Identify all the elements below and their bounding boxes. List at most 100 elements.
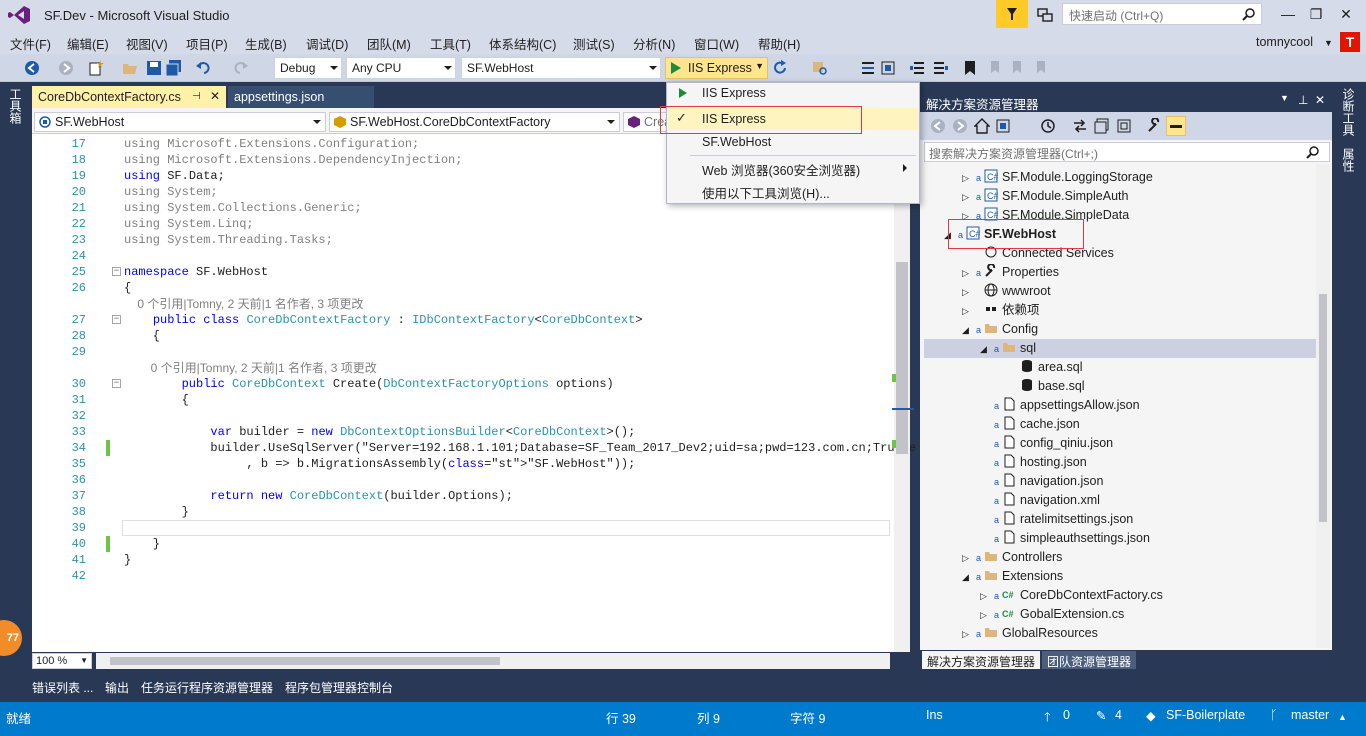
code-line[interactable]: 42 — [32, 568, 894, 584]
step-icon[interactable] — [860, 60, 876, 76]
clear-bookmarks-icon[interactable] — [1034, 60, 1050, 76]
code-line[interactable]: 24 — [32, 248, 894, 264]
new-project-icon[interactable] — [88, 60, 104, 76]
menu-analyze[interactable]: 分析(N) — [633, 34, 675, 53]
code-line[interactable]: 25 − namespace SF.WebHost — [32, 264, 894, 280]
zoom-select[interactable]: 100 % ▼ — [32, 653, 92, 669]
tree-item[interactable]: ▷ a C# SF.Module.SimpleAuth — [962, 187, 1128, 206]
indent-icon[interactable] — [932, 60, 948, 76]
back-icon[interactable] — [24, 60, 40, 76]
collapsed-arrow-icon[interactable]: ▷ — [962, 264, 976, 283]
tree-item[interactable]: ▷ a C# SF.Module.LoggingStorage — [962, 168, 1153, 187]
close-tab-icon[interactable]: ✕ — [210, 89, 220, 103]
tree-item[interactable]: ◢ a Extensions — [962, 567, 1063, 586]
close-icon[interactable]: ✕ — [1336, 4, 1356, 24]
code-line[interactable]: 36 — [32, 472, 894, 488]
tab-error-list[interactable]: 错误列表 ... — [32, 679, 93, 696]
tab-package-manager-console[interactable]: 程序包管理器控制台 — [285, 679, 393, 696]
editor-hscroll-thumb[interactable] — [110, 657, 500, 665]
collapse-icon[interactable]: − — [112, 379, 121, 388]
tree-item[interactable]: area.sql — [998, 358, 1082, 377]
collapsed-arrow-icon[interactable]: ▷ — [962, 549, 976, 568]
find-in-files-icon[interactable] — [812, 60, 828, 76]
outdent-icon[interactable] — [910, 60, 926, 76]
back-icon[interactable] — [930, 118, 946, 134]
collapsed-arrow-icon[interactable]: ▷ — [962, 302, 976, 321]
toolbox-tab[interactable]: 工具箱 — [8, 88, 24, 124]
code-line[interactable]: 38 } — [32, 504, 894, 520]
editor-scroll-thumb[interactable] — [896, 262, 908, 454]
unpushed-commits[interactable]: 0 — [1063, 708, 1070, 722]
collapsed-arrow-icon[interactable]: ▷ — [962, 169, 976, 188]
breakpoint-list-icon[interactable] — [880, 60, 896, 76]
code-line[interactable]: 40 } — [32, 536, 894, 552]
prev-bookmark-icon[interactable] — [986, 60, 1002, 76]
diagnostic-tools-tab[interactable]: 诊断工具 — [1340, 88, 1357, 136]
startup-project-select[interactable]: SF.WebHost — [461, 57, 661, 79]
avatar[interactable]: T — [1340, 32, 1360, 52]
code-line[interactable]: 35 , b => b.MigrationsAssembly(class="st… — [32, 456, 894, 472]
tree-item[interactable]: a simpleauthsettings.json — [980, 529, 1150, 548]
code-line[interactable]: 41} — [32, 552, 894, 568]
codelens-line[interactable]: 0 个引用|Tomny, 2 天前|1 名作者, 3 项更改 — [32, 296, 894, 312]
configuration-select[interactable]: Debug — [274, 57, 342, 79]
bookmark-icon[interactable] — [962, 60, 978, 76]
code-line[interactable]: 26 { — [32, 280, 894, 296]
collapse-icon[interactable]: − — [112, 315, 121, 324]
collapsed-arrow-icon[interactable]: ▷ — [962, 625, 976, 644]
tree-item[interactable]: a hosting.json — [980, 453, 1087, 472]
menu-item-browse-with[interactable]: 使用以下工具浏览(H)... — [702, 183, 830, 202]
home-icon[interactable] — [974, 118, 990, 134]
solution-scroll-thumb[interactable] — [1319, 294, 1327, 522]
collapse-all-icon[interactable] — [1094, 118, 1110, 134]
branch-icon[interactable]: ᚴ — [1270, 708, 1278, 722]
minimize-icon[interactable]: — — [1278, 4, 1298, 24]
tab-output[interactable]: 输出 — [105, 679, 129, 696]
menu-build[interactable]: 生成(B) — [245, 34, 287, 53]
repository-icon[interactable]: ◆ — [1146, 708, 1156, 723]
menu-item-iis-express-run[interactable]: IIS Express — [702, 86, 766, 100]
tree-item[interactable]: a navigation.json — [980, 472, 1103, 491]
code-line[interactable]: 30 − public CoreDbContext Create(DbContex… — [32, 376, 894, 392]
expanded-arrow-icon[interactable]: ◢ — [962, 321, 976, 340]
branch-dropdown-icon[interactable]: ▲ — [1338, 712, 1347, 722]
search-icon[interactable] — [1306, 145, 1320, 159]
code-line[interactable]: 29 — [32, 344, 894, 360]
tree-item[interactable]: a navigation.xml — [980, 491, 1100, 510]
tree-item[interactable]: a config_qiniu.json — [980, 434, 1113, 453]
code-line[interactable]: 37 return new CoreDbContext(builder.Opti… — [32, 488, 894, 504]
save-all-icon[interactable] — [166, 60, 182, 76]
code-line[interactable]: 32 — [32, 408, 894, 424]
tree-item[interactable]: base.sql — [998, 377, 1085, 396]
collapse-icon[interactable]: − — [112, 267, 121, 276]
pending-changes-icon[interactable] — [1040, 118, 1056, 134]
code-line[interactable]: 28 { — [32, 328, 894, 344]
collapsed-arrow-icon[interactable]: ▷ — [980, 587, 994, 606]
properties-tab[interactable]: 属性 — [1340, 148, 1357, 172]
tree-item[interactable]: ▷ 依赖项 — [962, 301, 1040, 320]
sync-icon[interactable] — [1072, 118, 1088, 134]
branch-name[interactable]: master — [1291, 708, 1329, 722]
up-arrow-icon[interactable]: 🡑 — [1044, 708, 1051, 729]
open-folder-icon[interactable] — [122, 60, 138, 76]
code-line[interactable]: 27 − public class CoreDbContextFactory : … — [32, 312, 894, 328]
redo-icon[interactable] — [232, 60, 248, 76]
code-line[interactable]: 34 builder.UseSqlServer("Server=192.168.… — [32, 440, 916, 456]
menu-item-project-profile[interactable]: SF.WebHost — [702, 135, 771, 149]
tab-team-explorer[interactable]: 团队资源管理器 — [1042, 651, 1137, 669]
maximize-icon[interactable]: ❐ — [1306, 4, 1326, 24]
forward-icon[interactable] — [952, 118, 968, 134]
feedback-icon[interactable] — [1036, 6, 1054, 24]
show-all-files-icon[interactable] — [1116, 118, 1132, 134]
user-dropdown-icon[interactable]: ▼ — [1324, 38, 1333, 48]
quick-launch-input[interactable]: 快速启动 (Ctrl+Q) — [1062, 3, 1262, 25]
menu-file[interactable]: 文件(F) — [10, 34, 51, 53]
next-bookmark-icon[interactable] — [1010, 60, 1026, 76]
menu-project[interactable]: 项目(P) — [186, 34, 228, 53]
tree-item[interactable]: ▷ a C# GobalExtension.cs — [980, 605, 1124, 624]
user-name[interactable]: tomnycool — [1256, 35, 1313, 49]
preview-selected-button[interactable] — [1166, 116, 1186, 136]
tab-solution-explorer[interactable]: 解决方案资源管理器 — [922, 651, 1041, 669]
code-line[interactable]: 31 { — [32, 392, 894, 408]
tree-item[interactable]: ▷ a C# CoreDbContextFactory.cs — [980, 586, 1163, 605]
